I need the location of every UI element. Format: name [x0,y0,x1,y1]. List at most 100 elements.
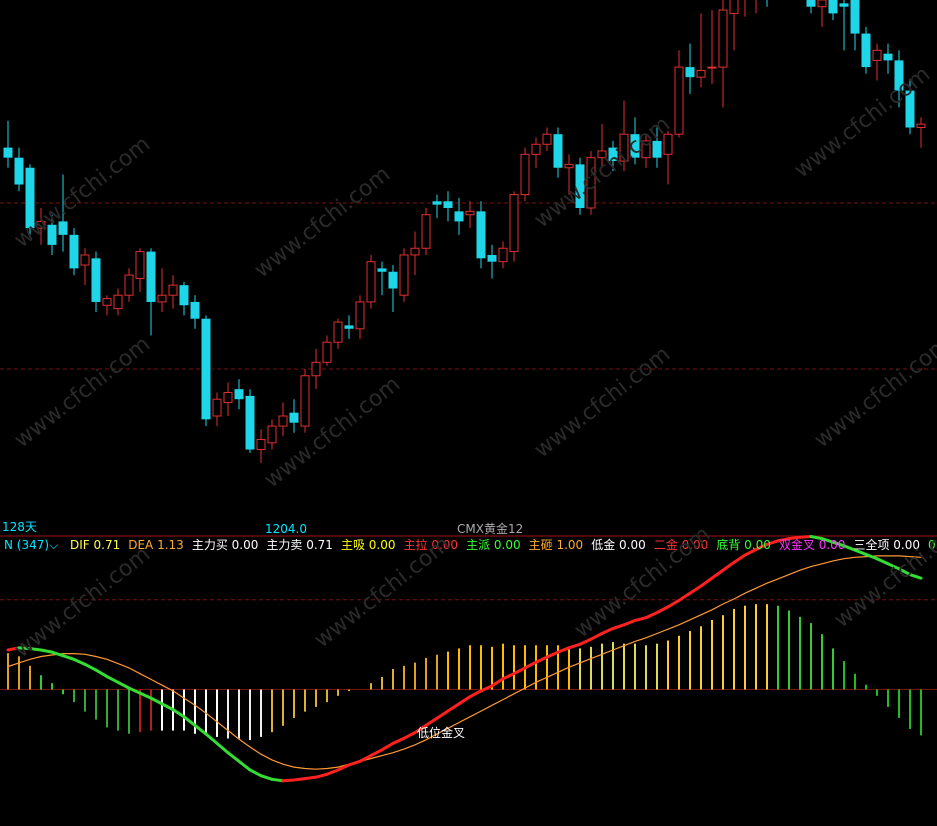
dif-line-segment [83,662,98,672]
indicator-item-label: 主力卖 [266,538,303,552]
candle-body-down [476,211,486,259]
candle-body-up [729,0,739,14]
dif-line-segment [457,695,472,706]
candle-body-up [256,438,266,451]
dif-line-segment [94,668,109,679]
dif-line-segment [655,605,670,615]
indicator-item-label: 双金叉 [778,538,815,552]
candle-body-up [80,254,90,266]
dif-line-segment [732,553,747,564]
candle-body-down [850,0,860,34]
candle-body-down [388,271,398,289]
candle-body-up [278,415,288,427]
indicator-item-value: 0.00 [814,538,846,552]
candle-body-down [685,67,695,78]
indicator-item: 主力卖 0.71 [266,538,333,552]
indicator-item: 低金 0.00 [591,538,646,552]
indicator-item-label: 底背 [716,538,741,552]
dif-line-segment [105,675,120,684]
candle-body-up [124,274,134,296]
candle-body-down [146,251,156,302]
dif-line-segment [215,741,230,755]
dif-line-segment [710,568,725,580]
dif-line-segment [523,660,538,670]
dif-line-segment [39,648,54,654]
dif-line-segment [325,768,340,776]
dif-line-segment [424,716,439,727]
dif-line-segment [468,689,483,699]
candle-body-down [839,3,849,7]
candle-body-down [883,53,893,61]
candle-body-up [399,254,409,296]
dif-line-segment [270,777,285,783]
chart-canvas [0,0,937,783]
dif-line-segment [347,759,362,767]
candle-body-down [3,147,13,158]
period-label: 128天 [2,520,37,534]
candle-body-down [443,201,453,208]
dif-line-segment [248,768,263,778]
indicator-item-value: 0.00 [615,538,646,552]
candle-body-down [14,157,24,185]
indicator-item-value: 0.71 [89,538,121,552]
candle-body-up [542,133,552,145]
indicator-item-label: 主吸 [340,538,365,552]
dif-line-segment [600,626,615,635]
dif-line-segment [622,619,637,627]
indicator-item: 双金叉 0.00 [779,538,846,552]
dif-line-segment [380,741,395,752]
dif-line-segment [193,723,208,736]
indicator-item-label: 主力买 [191,538,228,552]
dif-line-segment [611,623,626,630]
candle-body-down [245,395,255,450]
candle-body-up [333,321,343,343]
candle-body-up [113,294,123,310]
candle-body-up [465,210,475,216]
indicator-name[interactable]: N (347) [4,538,49,552]
dif-line-segment [512,666,527,676]
dif-line-segment [182,715,197,727]
dif-line-segment [688,584,703,595]
candle-body-down [344,325,354,329]
dif-line-segment [567,642,582,650]
dif-line-segment [490,677,505,688]
dif-line-segment [369,748,384,758]
indicator-item-value: 0.00 [740,538,771,552]
candle-body-down [553,134,563,168]
candle-body-down [487,254,497,262]
candle-body-up [212,398,222,417]
dif-line-segment [72,657,87,666]
dif-line-segment [237,759,252,772]
dif-line-segment [644,611,659,620]
dropdown-arrow-icon[interactable]: ⌵ [49,538,58,552]
candle-body-up [267,425,277,444]
dif-line-segment [666,598,681,609]
candle-body-down [190,301,200,319]
indicator-item-label: 主砸 [528,538,553,552]
dif-line-segment [875,557,890,566]
candle-body-up [311,361,321,377]
candle-body-up [520,153,530,196]
dif-line-segment [864,552,879,561]
candle-body-up [300,375,310,427]
candle-body-up [498,247,508,263]
indicator-item-value: 0.00 [490,538,521,552]
dif-line-segment [402,731,417,740]
dif-line-segment [281,778,296,783]
candle-body-down [454,211,464,222]
indicator-item-label: DIF [70,538,90,552]
dif-line-segment [149,696,164,706]
candle-body-down [201,318,211,420]
indicator-item: 主派 0.00 [466,538,521,552]
candle-body-down [377,268,387,272]
dif-line-segment [61,654,76,661]
indicator-item-label: 低金 [591,538,616,552]
dif-line-segment [446,702,461,713]
dif-line-segment [160,702,175,712]
dif-line-segment [303,775,318,781]
candle-body-down [91,258,101,302]
candle-body-down [861,33,871,68]
dif-line-segment [138,691,153,700]
candle-body-up [564,163,574,169]
dif-line-segment [292,777,307,782]
